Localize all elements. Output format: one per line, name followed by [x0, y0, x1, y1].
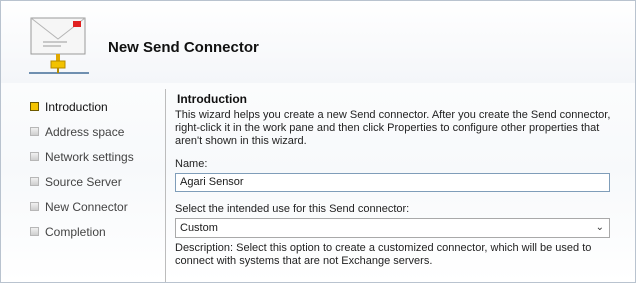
step-label: Introduction: [45, 99, 108, 114]
section-description: This wizard helps you create a new Send …: [175, 109, 611, 147]
step-label: Source Server: [45, 174, 122, 189]
step-label: Completion: [45, 224, 106, 239]
step-new-connector: New Connector: [30, 194, 160, 219]
name-label: Name:: [175, 158, 208, 170]
pane-divider: [165, 89, 166, 282]
step-label: New Connector: [45, 199, 128, 214]
wizard-title: New Send Connector: [108, 39, 259, 56]
wizard-content: Introduction This wizard helps you creat…: [175, 92, 615, 268]
wizard-header: New Send Connector: [1, 1, 635, 83]
step-completion: Completion: [30, 219, 160, 244]
step-indicator-icon: [30, 202, 39, 211]
step-introduction: Introduction: [30, 94, 160, 119]
wizard-window: New Send Connector Introduction Address …: [0, 0, 636, 283]
step-network-settings: Network settings: [30, 144, 160, 169]
intended-use-select[interactable]: Custom ⌄: [175, 218, 610, 238]
step-label: Network settings: [45, 149, 134, 164]
step-source-server: Source Server: [30, 169, 160, 194]
step-indicator-icon: [30, 127, 39, 136]
step-address-space: Address space: [30, 119, 160, 144]
wizard-steps: Introduction Address space Network setti…: [30, 94, 160, 244]
step-indicator-icon: [30, 177, 39, 186]
chevron-down-icon[interactable]: ⌄: [596, 222, 604, 233]
step-label: Address space: [45, 124, 125, 139]
send-connector-icon: [29, 17, 89, 74]
step-indicator-icon: [30, 152, 39, 161]
intended-use-description: Description: Select this option to creat…: [175, 242, 592, 267]
intended-use-label: Select the intended use for this Send co…: [175, 203, 410, 215]
step-indicator-icon: [30, 102, 39, 111]
intended-use-value: Custom: [180, 222, 218, 234]
step-indicator-icon: [30, 227, 39, 236]
name-input[interactable]: Agari Sensor: [175, 173, 610, 192]
section-title: Introduction: [177, 92, 247, 106]
